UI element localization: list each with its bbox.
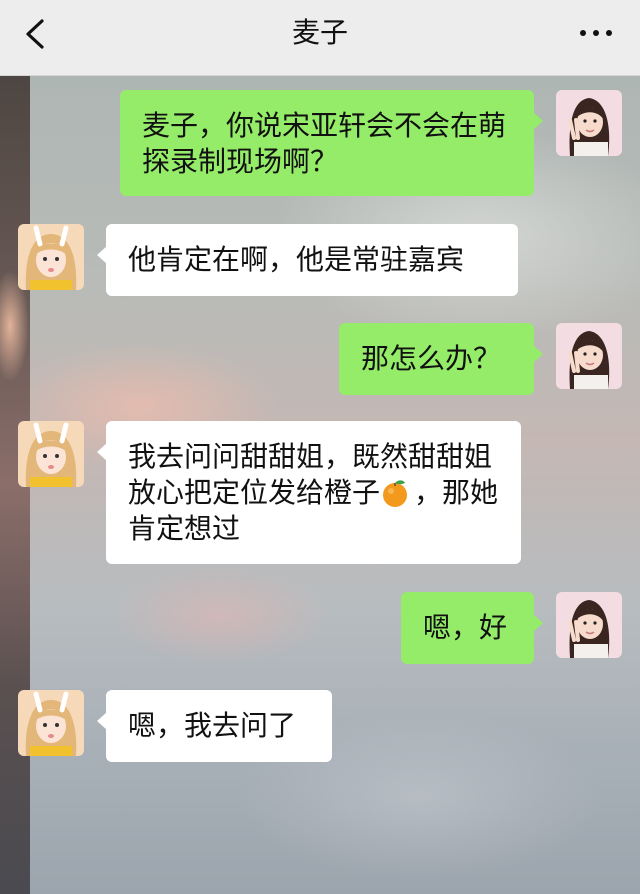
message-bubble-received[interactable]: 我去问问甜甜姐，既然甜甜姐放心把定位发给橙子 ，那她肯定想过: [97, 421, 521, 564]
more-options-button[interactable]: [576, 18, 616, 48]
friend-avatar[interactable]: [18, 421, 84, 487]
message-bubble-received[interactable]: 嗯，我去问了: [97, 690, 332, 762]
message-bubble-sent[interactable]: 嗯，好: [401, 592, 543, 664]
my-avatar[interactable]: [556, 323, 622, 389]
message-text: 嗯，我去问了: [128, 709, 297, 742]
more-dots-icon: [580, 30, 586, 36]
message-bubble-sent[interactable]: 那怎么办？: [339, 323, 543, 395]
message-text: 嗯，好: [423, 611, 508, 644]
my-avatar[interactable]: [556, 592, 622, 658]
message-text: 麦子，你说宋亚轩会不会在萌探录制现场啊？: [142, 109, 507, 178]
message-text: 他肯定在啊，他是常驻嘉宾: [128, 243, 465, 276]
my-avatar[interactable]: [556, 90, 622, 156]
message-bubble-received[interactable]: 他肯定在啊，他是常驻嘉宾: [97, 224, 518, 296]
friend-avatar[interactable]: [18, 224, 84, 290]
chat-title: 麦子: [291, 16, 348, 49]
tangerine-emoji-icon: [383, 480, 408, 507]
message-text: 那怎么办？: [361, 342, 502, 375]
message-bubble-sent[interactable]: 麦子，你说宋亚轩会不会在萌探录制现场啊？: [120, 90, 543, 196]
friend-avatar[interactable]: [18, 690, 84, 756]
chat-header: 麦子: [0, 0, 640, 76]
